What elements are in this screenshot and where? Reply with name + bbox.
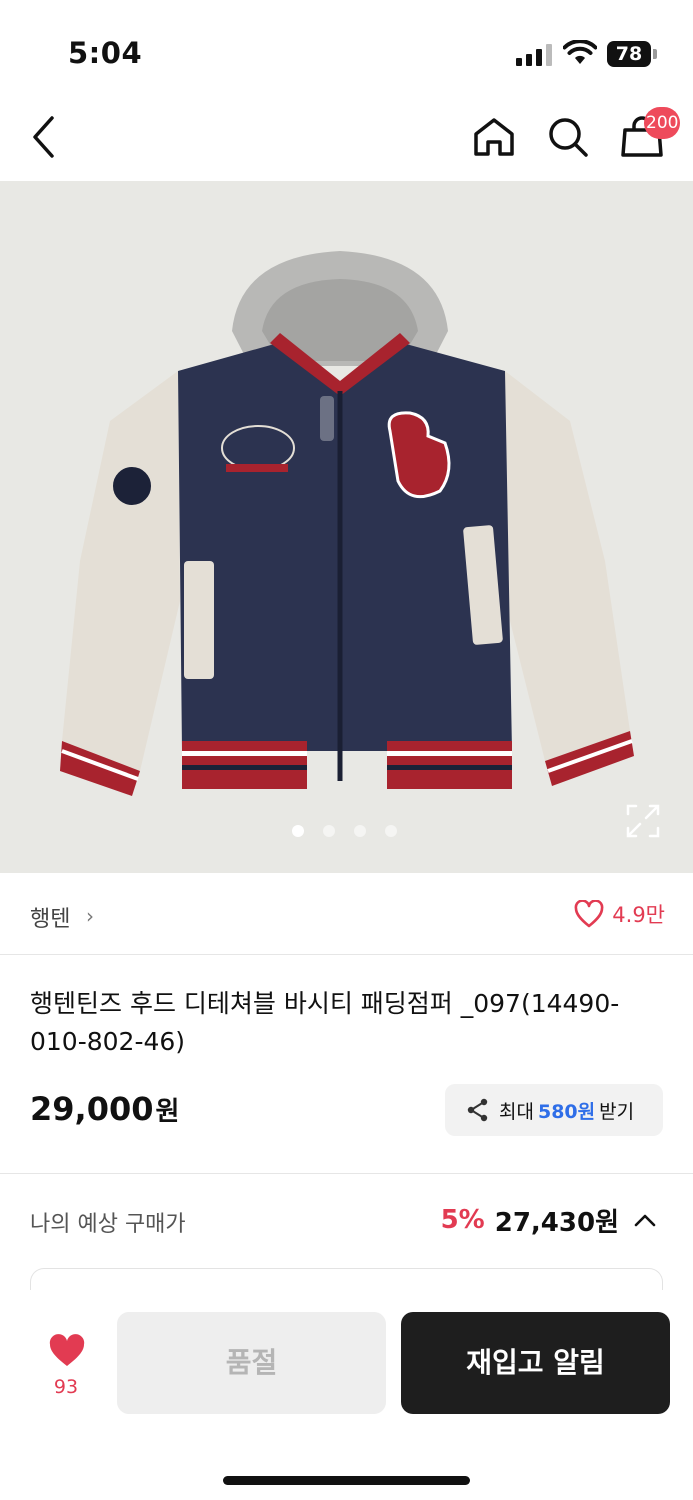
brand-like-button[interactable]: 4.9만 <box>574 897 665 931</box>
signal-icon <box>516 44 554 66</box>
product-title: 행텐틴즈 후드 디테쳐블 바시티 패딩점퍼 _097(14490-010-802… <box>30 989 620 1056</box>
product-price: 29,000원 <box>30 1090 179 1128</box>
status-bar: 5:04 78 <box>0 0 693 100</box>
home-indicator[interactable] <box>223 1476 470 1485</box>
brand-name-link[interactable]: 행텐 <box>30 901 70 933</box>
share-reward-button[interactable]: 최대 580원 받기 <box>445 1084 663 1136</box>
expected-price-value: 27,430원 <box>494 1207 619 1238</box>
expected-price-label: 나의 예상 구매가 <box>30 1212 186 1237</box>
restock-alert-button[interactable]: 재입고 알림 <box>401 1312 670 1414</box>
heart-filled-icon[interactable] <box>48 1334 86 1368</box>
reward-prefix: 최대 <box>499 1100 534 1123</box>
home-icon[interactable] <box>468 112 520 162</box>
expected-price-toggle[interactable]: 5% 27,430원 <box>441 1200 657 1240</box>
reward-amount: 580원 <box>537 1100 596 1123</box>
discount-rate: 5% <box>440 1205 485 1235</box>
price-unit: 원 <box>155 1097 180 1127</box>
cart-count-badge: 200 <box>644 107 681 139</box>
share-icon <box>467 1098 488 1122</box>
price-value: 29,000 <box>30 1090 154 1128</box>
product-image-gallery[interactable] <box>0 181 693 873</box>
reward-suffix: 받기 <box>599 1100 635 1123</box>
pagination-dot[interactable] <box>323 825 335 837</box>
bottom-action-bar: 93 품절 재입고 알림 <box>0 1290 693 1500</box>
back-icon[interactable] <box>26 112 66 162</box>
fullscreen-icon[interactable] <box>626 804 660 838</box>
brand-like-count: 4.9만 <box>612 903 665 927</box>
battery-icon: 78 <box>607 41 657 67</box>
pagination-dot[interactable] <box>385 825 397 837</box>
gallery-pagination <box>292 825 397 837</box>
battery-level: 78 <box>615 43 643 65</box>
sold-out-button: 품절 <box>117 1312 386 1414</box>
brand-row: 행텐 › 4.9만 <box>0 873 693 955</box>
wish-count: 93 <box>53 1376 79 1398</box>
chevron-up-icon <box>634 1214 656 1227</box>
wifi-icon <box>563 40 597 64</box>
divider <box>0 1173 693 1174</box>
heart-outline-icon <box>574 900 604 928</box>
pagination-dot[interactable] <box>354 825 366 837</box>
status-time: 5:04 <box>68 36 143 70</box>
product-image <box>60 251 634 796</box>
search-icon[interactable] <box>542 112 594 162</box>
pagination-dot[interactable] <box>292 825 304 837</box>
chevron-right-icon: › <box>86 904 94 928</box>
